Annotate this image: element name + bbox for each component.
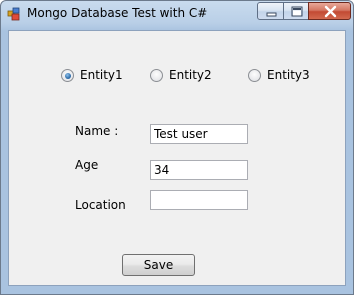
age-input[interactable] [150, 160, 248, 180]
minimize-icon [266, 12, 277, 17]
entity3-radio[interactable]: Entity3 [248, 68, 318, 84]
save-button[interactable]: Save [122, 254, 195, 276]
location-label: Location [75, 198, 126, 212]
maximize-button[interactable] [283, 2, 309, 20]
age-label: Age [75, 158, 99, 172]
entity1-radio[interactable]: Entity1 [61, 68, 131, 84]
radio-checked-icon [61, 69, 74, 82]
entity2-radio[interactable]: Entity2 [150, 68, 220, 84]
app-icon [7, 7, 20, 21]
close-button[interactable] [308, 2, 351, 20]
radio-unchecked-icon [150, 69, 163, 82]
entity2-label: Entity2 [169, 68, 212, 82]
app-window: Mongo Database Test with C# Entity1 Enti… [0, 0, 354, 295]
entity1-label: Entity1 [80, 68, 123, 82]
title-bar[interactable]: Mongo Database Test with C# [1, 1, 353, 30]
name-input[interactable] [150, 124, 248, 144]
radio-unchecked-icon [248, 69, 261, 82]
name-label: Name : [75, 124, 119, 138]
close-icon [324, 5, 337, 18]
form-client-area: Entity1 Entity2 Entity3 Name : Age Locat… [8, 30, 346, 286]
maximize-icon [291, 6, 303, 17]
location-input[interactable] [150, 190, 248, 210]
minimize-button[interactable] [257, 2, 284, 20]
window-title: Mongo Database Test with C# [27, 6, 208, 20]
entity3-label: Entity3 [267, 68, 310, 82]
